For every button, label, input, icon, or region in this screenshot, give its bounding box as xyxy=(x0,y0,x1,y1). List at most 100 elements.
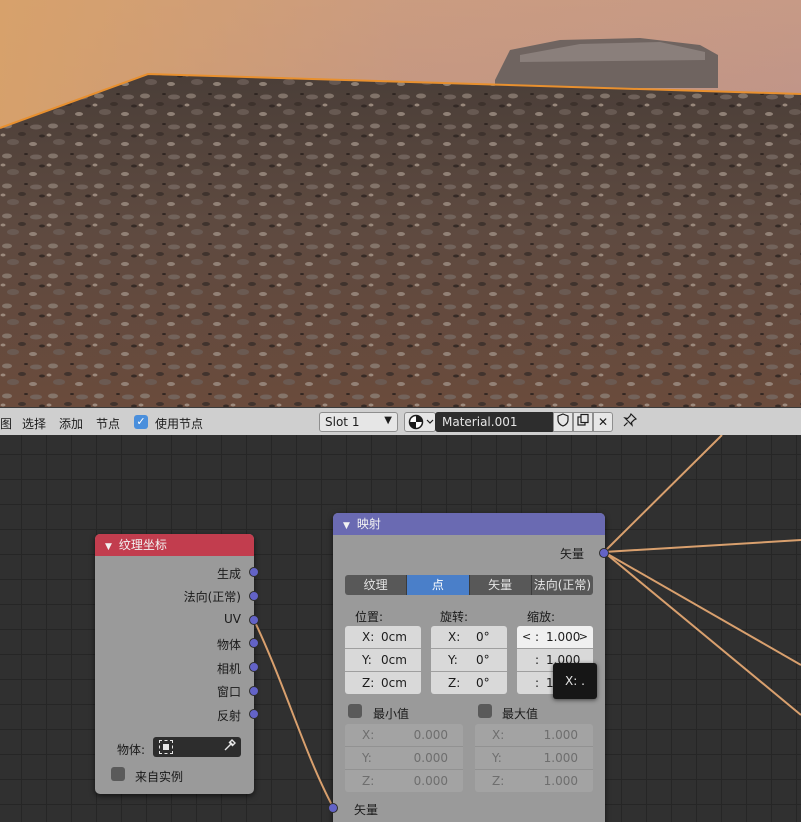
output-uv-label: UV xyxy=(224,612,241,626)
use-nodes-label[interactable]: 使用节点 xyxy=(155,415,203,432)
menu-view[interactable]: 图 xyxy=(0,415,12,432)
node-editor-canvas[interactable]: ▼ 纹理坐标 生成 法向(正常) UV 物体 相机 窗口 反射 物体: 来自实例 … xyxy=(0,435,801,822)
field-value: 0.000 xyxy=(413,774,448,788)
axis-label: X: xyxy=(448,630,461,644)
menu-add[interactable]: 添加 xyxy=(59,415,83,432)
min-vector: X: 0.000 Y: 0.000 Z: 0.000 xyxy=(345,724,463,792)
socket-vector-input[interactable] xyxy=(328,803,338,813)
max-checkbox[interactable] xyxy=(478,704,492,718)
axis-label: Z: xyxy=(362,774,375,788)
field-value: 0° xyxy=(476,676,490,690)
axis-label: X: xyxy=(492,728,505,742)
min-x-field: X: 0.000 xyxy=(345,724,463,747)
material-browse-button[interactable] xyxy=(404,412,436,432)
link-mapping-out-2[interactable] xyxy=(603,539,801,553)
socket-window[interactable] xyxy=(249,686,259,696)
location-y-field[interactable]: Y: 0cm xyxy=(345,649,421,672)
rotation-x-field[interactable]: X: 0° xyxy=(431,626,507,649)
output-reflection-label: 反射 xyxy=(216,709,241,723)
max-label: 最大值 xyxy=(502,707,539,721)
output-generated-label: 生成 xyxy=(216,567,241,581)
slot-value: Slot 1 xyxy=(325,415,360,429)
axis-label: Y: xyxy=(492,751,502,765)
tooltip: X: . xyxy=(553,663,597,699)
output-window-label: 窗口 xyxy=(216,685,241,699)
link-uv-to-vector[interactable] xyxy=(253,619,334,808)
eyedropper-icon[interactable] xyxy=(223,738,237,756)
field-value: 0cm xyxy=(381,676,407,690)
node-editor-header: 图 选择 添加 节点 ✓ 使用节点 Slot 1 ▼ Material.001 … xyxy=(0,407,801,435)
location-x-field[interactable]: X: 0cm xyxy=(345,626,421,649)
socket-camera[interactable] xyxy=(249,662,259,672)
type-vector[interactable]: 矢量 xyxy=(470,575,532,595)
max-y-field: Y: 1.000 xyxy=(475,747,593,770)
3d-viewport[interactable] xyxy=(0,0,801,407)
field-value: 1.000 xyxy=(543,751,578,765)
object-cube-icon xyxy=(159,740,173,754)
max-x-field: X: 1.000 xyxy=(475,724,593,747)
menu-node[interactable]: 节点 xyxy=(96,415,120,432)
location-vector[interactable]: X: 0cm Y: 0cm Z: 0cm xyxy=(345,626,421,694)
socket-generated[interactable] xyxy=(249,567,259,577)
axis-label: : xyxy=(535,653,540,667)
slot-dropdown[interactable]: Slot 1 ▼ xyxy=(319,412,398,432)
axis-label: Z: xyxy=(448,676,461,690)
field-value: 0.000 xyxy=(413,728,448,742)
socket-vector-output[interactable] xyxy=(599,548,609,558)
chevron-down-icon: ▼ xyxy=(384,415,392,426)
socket-reflection[interactable] xyxy=(249,709,259,719)
link-mapping-out-4[interactable] xyxy=(603,551,801,716)
object-field[interactable] xyxy=(153,737,241,757)
link-mapping-out-1[interactable] xyxy=(603,435,723,553)
socket-normal[interactable] xyxy=(249,591,259,601)
output-object-label: 物体 xyxy=(216,638,241,652)
node-header[interactable]: ▼ 映射 xyxy=(333,513,605,535)
socket-uv[interactable] xyxy=(249,615,259,625)
output-vector-label: 矢量 xyxy=(559,547,584,561)
node-title: 纹理坐标 xyxy=(118,538,167,552)
axis-label: Y: xyxy=(448,653,458,667)
unlink-material-close-icon[interactable]: ✕ xyxy=(593,412,613,432)
axis-label: X: xyxy=(362,630,375,644)
from-instancer-checkbox[interactable] xyxy=(111,767,125,781)
field-value: 0cm xyxy=(381,630,407,644)
collapse-triangle-icon[interactable]: ▼ xyxy=(343,521,350,531)
rotation-vector[interactable]: X: 0° Y: 0° Z: 0° xyxy=(431,626,507,694)
pin-icon[interactable] xyxy=(620,412,640,432)
material-name-field[interactable]: Material.001 xyxy=(435,412,555,432)
location-z-field[interactable]: Z: 0cm xyxy=(345,672,421,694)
type-texture[interactable]: 纹理 xyxy=(345,575,408,595)
max-z-field: Z: 1.000 xyxy=(475,770,593,792)
node-title: 映射 xyxy=(356,517,381,531)
use-nodes-checkbox[interactable]: ✓ xyxy=(134,415,148,429)
viewport-render xyxy=(0,0,801,407)
type-normal[interactable]: 法向(正常) xyxy=(532,575,593,595)
decrement-arrow-icon[interactable]: < xyxy=(522,626,531,648)
duplicate-material-icon[interactable] xyxy=(573,412,593,432)
axis-label: Y: xyxy=(362,653,372,667)
node-header[interactable]: ▼ 纹理坐标 xyxy=(95,534,254,556)
mapping-type-selector[interactable]: 纹理 点 矢量 法向(正常) xyxy=(345,575,593,595)
field-value: 0cm xyxy=(381,653,407,667)
link-mapping-out-3[interactable] xyxy=(603,551,801,666)
fake-user-shield-icon[interactable] xyxy=(553,412,573,432)
object-label: 物体: xyxy=(117,743,146,757)
axis-label: X: xyxy=(362,728,375,742)
axis-label: : xyxy=(535,630,540,644)
axis-label: : xyxy=(535,676,540,690)
axis-label: Z: xyxy=(492,774,505,788)
menu-select[interactable]: 选择 xyxy=(22,415,46,432)
collapse-triangle-icon[interactable]: ▼ xyxy=(105,542,112,552)
socket-object[interactable] xyxy=(249,638,259,648)
min-checkbox[interactable] xyxy=(348,704,362,718)
field-value: 0.000 xyxy=(413,751,448,765)
rotation-y-field[interactable]: Y: 0° xyxy=(431,649,507,672)
rotation-z-field[interactable]: Z: 0° xyxy=(431,672,507,694)
scale-x-field[interactable]: < : 1.000 > xyxy=(517,626,593,649)
increment-arrow-icon[interactable]: > xyxy=(579,626,588,648)
max-vector: X: 1.000 Y: 1.000 Z: 1.000 xyxy=(475,724,593,792)
field-value: 1.000 xyxy=(543,774,578,788)
axis-label: Y: xyxy=(362,751,372,765)
type-point[interactable]: 点 xyxy=(407,575,470,595)
texture-coordinate-node[interactable]: ▼ 纹理坐标 生成 法向(正常) UV 物体 相机 窗口 反射 物体: 来自实例 xyxy=(95,534,259,794)
